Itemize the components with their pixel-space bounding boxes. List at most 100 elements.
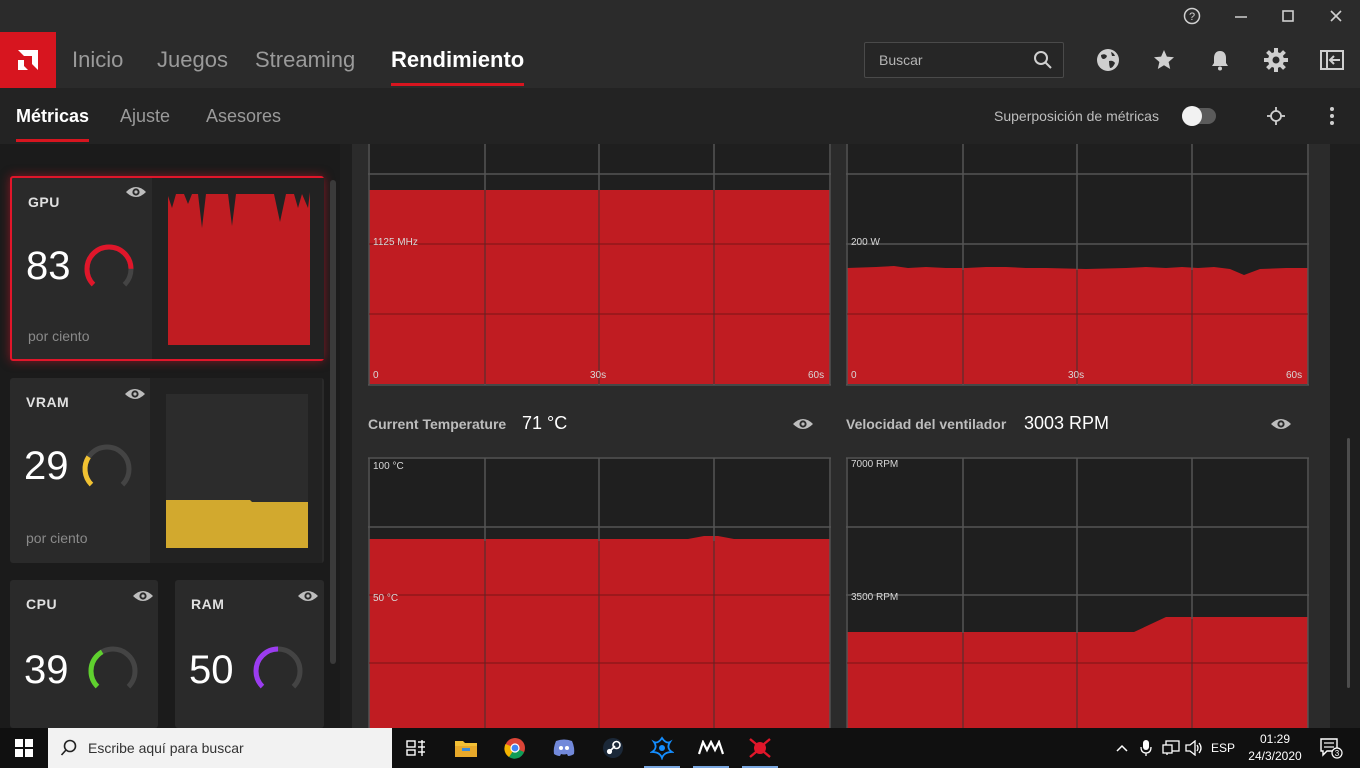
vram-unit: por ciento bbox=[26, 530, 88, 546]
amd-radeon-software-window: ? Inicio Juegos Streaming Rendimiento Bu… bbox=[0, 0, 1360, 728]
tab-inicio[interactable]: Inicio bbox=[72, 32, 123, 88]
main-scrollbar-thumb[interactable] bbox=[1347, 438, 1350, 688]
clock-speed-chart bbox=[368, 144, 831, 386]
volume-icon[interactable] bbox=[1184, 728, 1204, 768]
eye-icon[interactable] bbox=[125, 184, 147, 205]
power-x-mid: 30s bbox=[1068, 370, 1085, 381]
amd-logo[interactable] bbox=[0, 32, 56, 88]
steam-icon[interactable] bbox=[589, 728, 637, 768]
eye-icon[interactable] bbox=[1270, 416, 1292, 437]
ram-label: RAM bbox=[191, 596, 225, 612]
search-icon bbox=[60, 739, 77, 756]
maximize-icon[interactable] bbox=[1273, 4, 1303, 28]
task-view-icon[interactable] bbox=[392, 728, 440, 768]
clock-mid-label: 1125 MHz bbox=[373, 237, 418, 248]
clock-time: 01:29 bbox=[1259, 732, 1291, 746]
power-x-start: 0 bbox=[851, 370, 857, 381]
metrics-overlay-toggle[interactable] bbox=[1182, 106, 1216, 126]
temperature-title: Current Temperature bbox=[368, 416, 507, 432]
tab-streaming[interactable]: Streaming bbox=[255, 32, 355, 88]
battlenet-icon[interactable] bbox=[638, 728, 686, 768]
vram-label: VRAM bbox=[26, 394, 70, 410]
cpu-metric-card[interactable]: CPU 39 bbox=[10, 580, 158, 728]
fan-top-label: 7000 RPM bbox=[851, 459, 899, 470]
vram-gauge bbox=[82, 444, 132, 494]
vram-metric-card[interactable]: VRAM 29 por ciento bbox=[10, 378, 324, 563]
tab-ajuste[interactable]: Ajuste bbox=[120, 88, 170, 144]
gpu-gauge bbox=[84, 244, 134, 294]
globe-icon[interactable] bbox=[1094, 46, 1122, 74]
star-icon[interactable] bbox=[1150, 46, 1178, 74]
ram-gauge bbox=[253, 646, 303, 696]
cpu-label: CPU bbox=[26, 596, 58, 612]
metrics-panel-scrollbar[interactable] bbox=[330, 180, 336, 664]
bell-icon[interactable] bbox=[1206, 46, 1234, 74]
crosshair-icon[interactable] bbox=[1262, 102, 1290, 130]
top-navigation: Inicio Juegos Streaming Rendimiento bbox=[0, 32, 1360, 88]
network-icon[interactable] bbox=[1160, 728, 1182, 768]
power-mid-label: 200 W bbox=[851, 237, 880, 248]
power-x-end: 60s bbox=[1286, 370, 1303, 381]
clock-x-end: 60s bbox=[808, 370, 825, 381]
temperature-mid-label: 50 °C bbox=[373, 593, 399, 604]
taskbar-search-input[interactable] bbox=[88, 728, 378, 768]
sub-navigation: Métricas Ajuste Asesores Superposición d… bbox=[0, 88, 1360, 144]
gpu-metric-card[interactable]: GPU 83 por ciento bbox=[10, 176, 324, 361]
more-options-icon[interactable] bbox=[1318, 102, 1346, 130]
svg-text:?: ? bbox=[1189, 11, 1195, 23]
eye-icon[interactable] bbox=[297, 588, 319, 609]
search-box bbox=[864, 42, 1064, 78]
fan-speed-title: Velocidad del ventilador bbox=[846, 416, 1007, 432]
metrics-panel: GPU 83 por ciento VRAM 29 por ciento CPU… bbox=[0, 144, 340, 728]
eye-icon[interactable] bbox=[792, 416, 814, 437]
notification-count: 3 bbox=[1335, 749, 1340, 758]
gear-icon[interactable] bbox=[1262, 46, 1290, 74]
notification-center-icon[interactable]: 3 bbox=[1316, 728, 1346, 768]
title-bar: ? bbox=[0, 0, 1360, 32]
tab-asesores[interactable]: Asesores bbox=[206, 88, 281, 144]
tab-rendimiento[interactable]: Rendimiento bbox=[391, 32, 525, 88]
eye-icon[interactable] bbox=[124, 386, 146, 407]
cpu-value: 39 bbox=[24, 648, 69, 692]
chrome-icon[interactable] bbox=[491, 728, 539, 768]
toggle-knob bbox=[1182, 106, 1202, 126]
ram-value: 50 bbox=[189, 648, 234, 692]
modern-warfare-icon[interactable] bbox=[687, 728, 735, 768]
microphone-icon[interactable] bbox=[1136, 728, 1156, 768]
minimize-icon[interactable] bbox=[1226, 4, 1256, 28]
tab-juegos[interactable]: Juegos bbox=[157, 32, 228, 88]
language-indicator[interactable]: ESP bbox=[1208, 728, 1238, 768]
vram-sparkline bbox=[150, 378, 322, 563]
ram-metric-card[interactable]: RAM 50 bbox=[175, 580, 324, 728]
sign-out-icon[interactable] bbox=[1318, 46, 1346, 74]
search-input[interactable] bbox=[865, 43, 1025, 77]
windows-start-icon[interactable] bbox=[0, 728, 48, 768]
vram-value: 29 bbox=[24, 444, 69, 488]
discord-icon[interactable] bbox=[540, 728, 588, 768]
temperature-value: 71 °C bbox=[522, 413, 568, 433]
chevron-up-icon[interactable] bbox=[1112, 728, 1132, 768]
temperature-top-label: 100 °C bbox=[373, 461, 404, 472]
fan-speed-chart bbox=[846, 457, 1309, 728]
power-chart bbox=[846, 144, 1309, 386]
search-icon[interactable] bbox=[1033, 50, 1053, 75]
taskbar-search bbox=[48, 728, 392, 768]
clock-date: 24/3/2020 bbox=[1248, 749, 1302, 763]
metrics-overlay-label: Superposición de métricas bbox=[994, 108, 1159, 124]
file-explorer-icon[interactable] bbox=[442, 728, 490, 768]
fan-mid-label: 3500 RPM bbox=[851, 592, 899, 603]
gpu-unit: por ciento bbox=[28, 328, 90, 344]
gpu-label: GPU bbox=[28, 194, 60, 210]
help-icon[interactable]: ? bbox=[1177, 4, 1207, 28]
tab-metricas[interactable]: Métricas bbox=[16, 88, 90, 144]
amd-radeon-icon[interactable] bbox=[736, 728, 784, 768]
windows-taskbar: ESP 01:29 24/3/2020 3 bbox=[0, 728, 1360, 768]
gpu-sparkline bbox=[152, 178, 324, 359]
eye-icon[interactable] bbox=[132, 588, 154, 609]
cpu-gauge bbox=[88, 646, 138, 696]
clock-x-mid: 30s bbox=[590, 370, 607, 381]
taskbar-clock[interactable]: 01:29 24/3/2020 bbox=[1240, 731, 1310, 765]
close-icon[interactable] bbox=[1321, 4, 1351, 28]
gpu-value: 83 bbox=[26, 244, 71, 288]
main-scrollbar-track[interactable] bbox=[1330, 144, 1360, 728]
